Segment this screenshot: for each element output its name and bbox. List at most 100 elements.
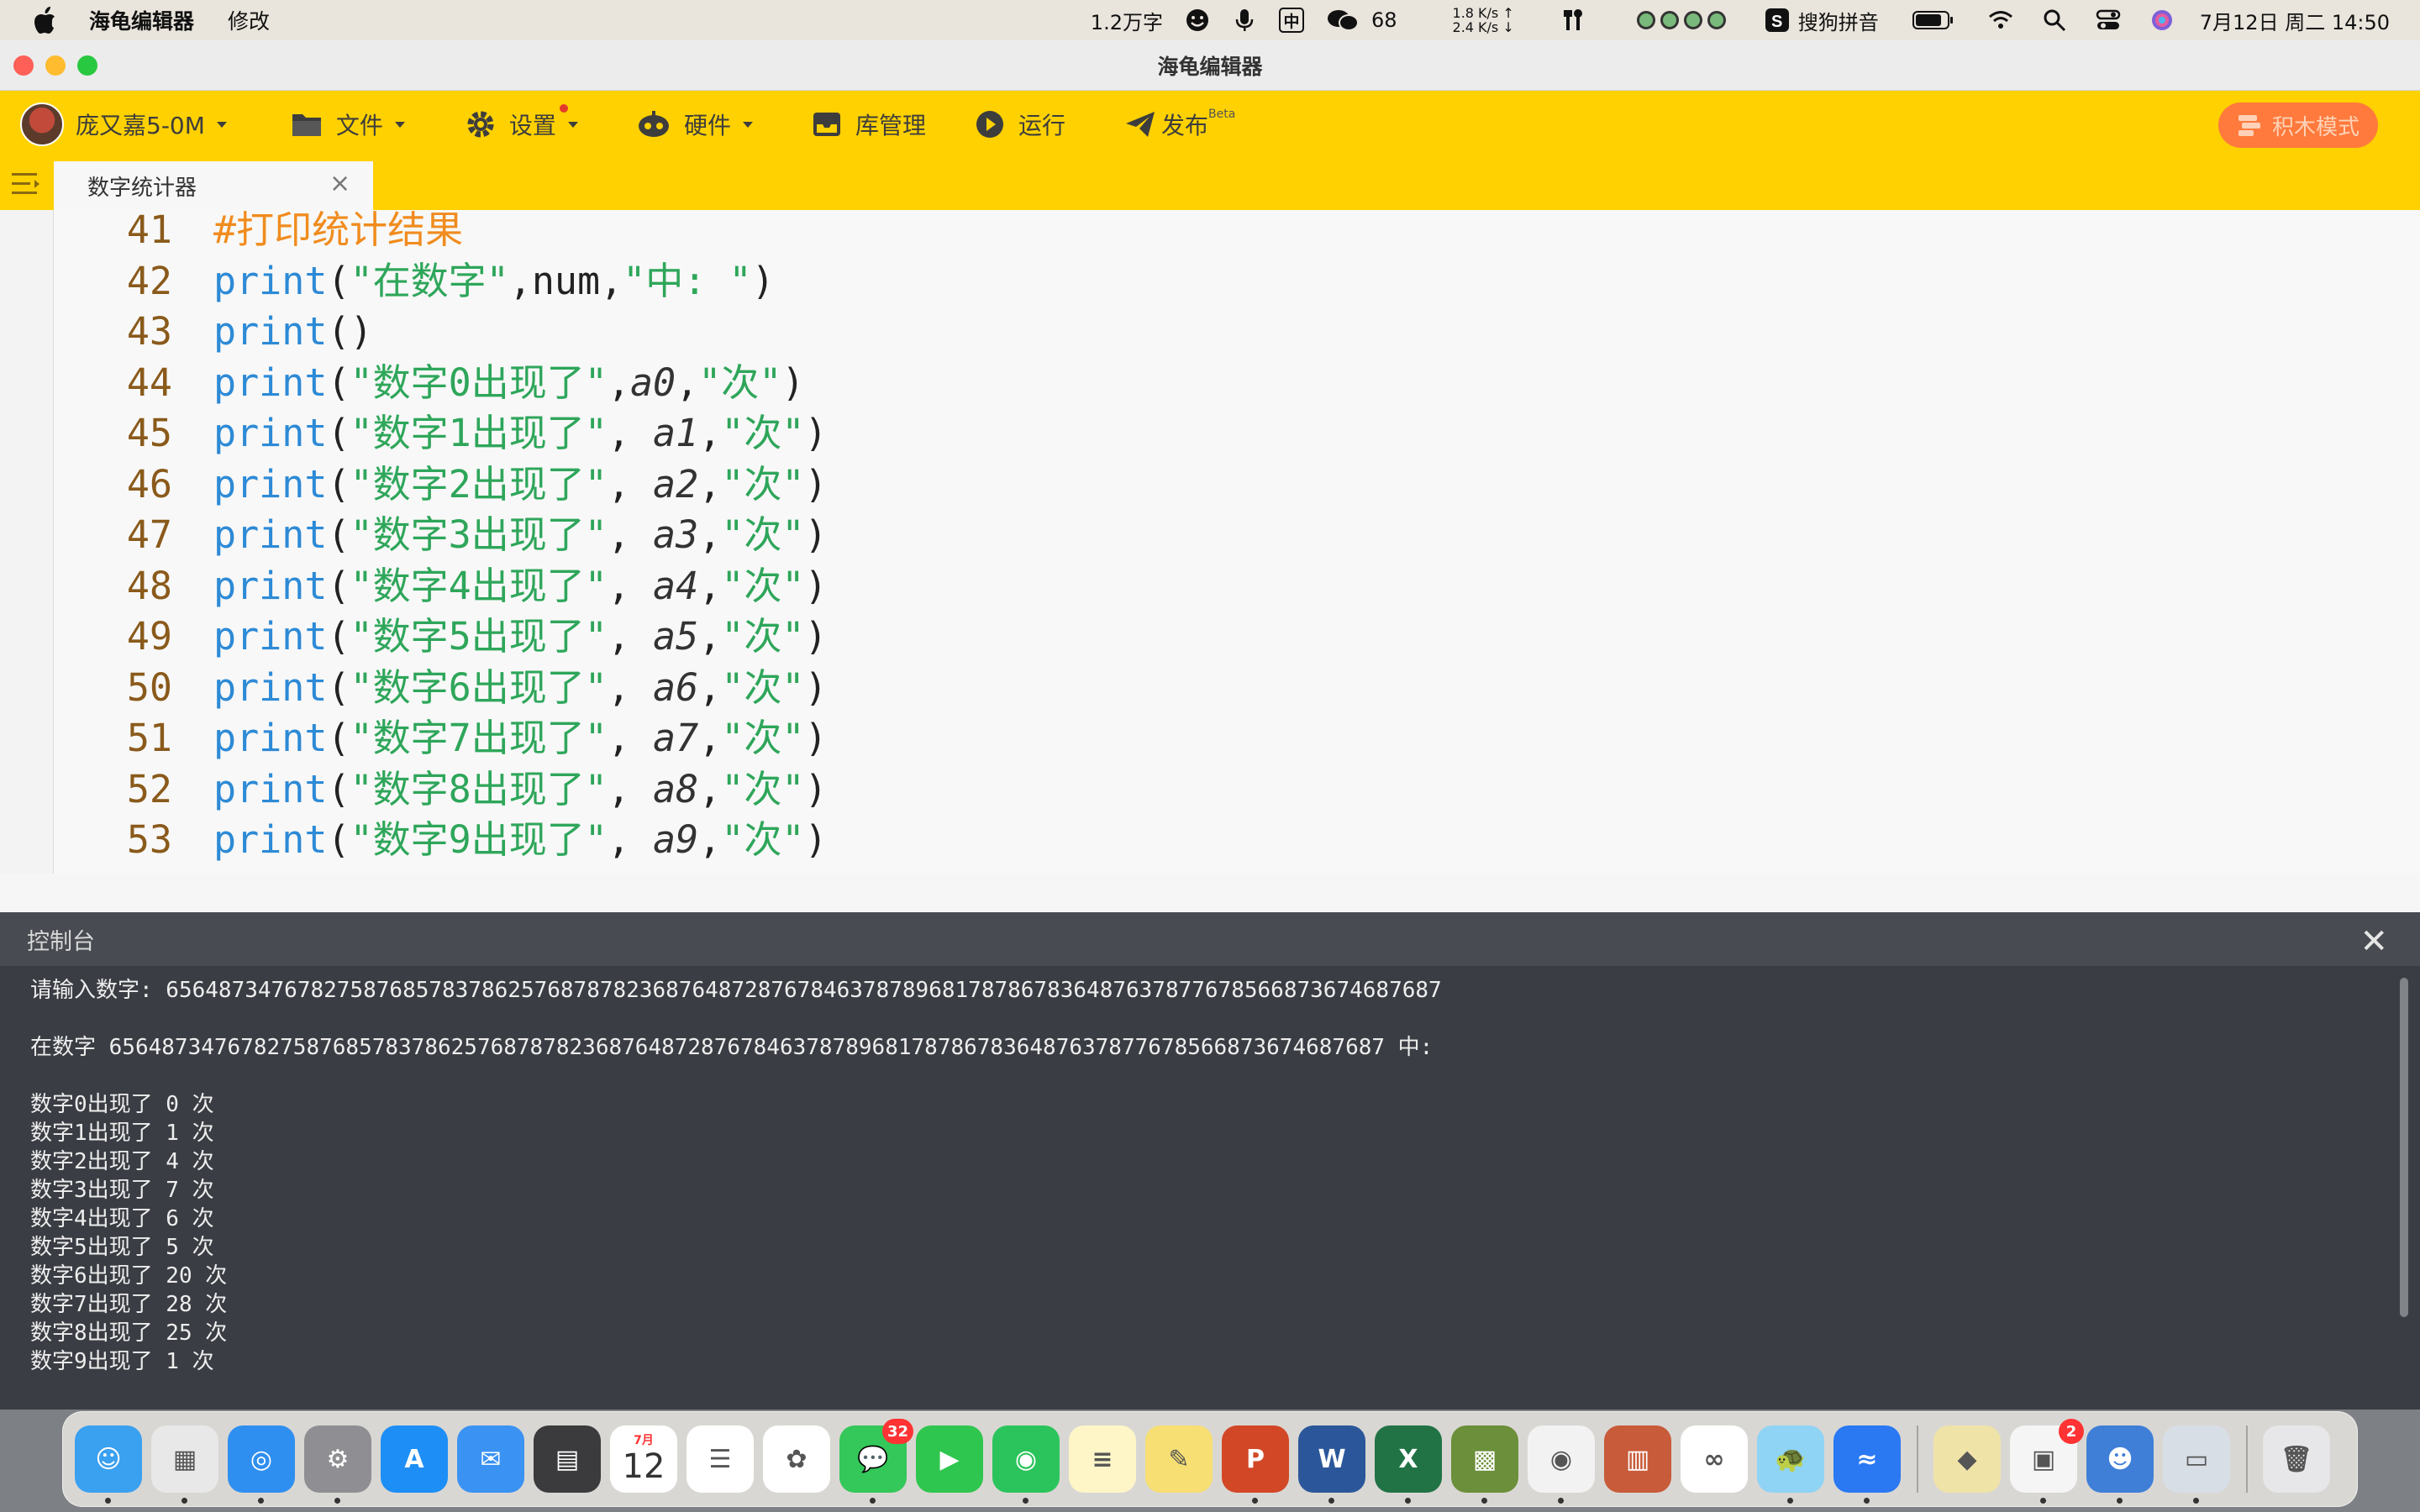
console-output[interactable]: 请输入数字: 656487347678275876857837862576878… (30, 976, 1442, 1376)
dock-excel-icon[interactable]: X (1375, 1425, 1442, 1504)
tab-close-icon[interactable]: × (329, 171, 350, 197)
dock-glyph: W (1318, 1444, 1346, 1474)
app-menu-name[interactable]: 海龟编辑器 (89, 5, 194, 35)
search-icon[interactable] (2042, 8, 2067, 33)
dock-microsoft-office-icon[interactable]: ▣ 2 (2010, 1419, 2084, 1504)
ime-badge[interactable]: 中 (1278, 8, 1304, 33)
code-line[interactable]: 41 #打印统计结果 (0, 210, 2420, 255)
sidebar-toggle-icon[interactable] (12, 171, 40, 197)
hardware-menu-label: 硬件 (683, 112, 731, 139)
code-token: a8 (653, 766, 699, 811)
code-token: "在数字" (350, 258, 509, 303)
running-indicator (1481, 1498, 1487, 1504)
code-line[interactable]: 44 print("数字0出现了",a0,"次") (0, 358, 2420, 408)
publish-button[interactable]: 发布 Beta (1124, 91, 1235, 158)
code-line[interactable]: 48 print("数字4出现了", a4,"次") (0, 561, 2420, 612)
dock-system-settings-icon[interactable]: ⚙ (304, 1425, 371, 1504)
console-line: 数字1出现了 1 次 (30, 1121, 214, 1146)
dock-game-avatar-icon[interactable]: ☻ (2086, 1425, 2154, 1504)
library-manager-button[interactable]: 库管理 (812, 91, 926, 158)
dock-books-stack-icon[interactable]: ▥ (1604, 1425, 1671, 1493)
blocks-icon (2238, 115, 2260, 136)
microphone-icon[interactable] (1232, 8, 1257, 33)
dock-calendar-icon[interactable]: 7月 12 (610, 1425, 677, 1493)
dock-facetime-icon[interactable]: ▶ (916, 1425, 983, 1493)
code-line[interactable]: 42 print("在数字",num,"中: ") (0, 256, 2420, 307)
console-close-icon[interactable]: ✕ (2360, 922, 2388, 961)
input-method[interactable]: S 搜狗拼音 (1765, 6, 1879, 35)
control-center-icon[interactable] (2096, 8, 2121, 33)
dock-reminders-icon[interactable]: ☰ (687, 1425, 754, 1493)
dock-baidu-netdisk-icon[interactable]: ∞ (1681, 1425, 1748, 1493)
hardware-menu[interactable]: 硬件 (637, 91, 753, 158)
console-scrollbar[interactable] (2400, 978, 2408, 1317)
code-line[interactable]: 51 print("数字7出现了", a7,"次") (0, 713, 2420, 764)
dock-preview-icon[interactable]: ▭ (2163, 1425, 2230, 1504)
code-line[interactable]: 45 print("数字1出现了", a1,"次") (0, 408, 2420, 459)
window-minimize-button[interactable] (45, 55, 66, 76)
code-line[interactable]: 47 print("数字3出现了", a3,"次") (0, 510, 2420, 560)
dock-calculator-icon[interactable]: ▤ (534, 1425, 601, 1493)
code-line[interactable]: 50 print("数字6出现了", a6,"次") (0, 663, 2420, 713)
code-token: "数字0出现了" (350, 360, 608, 405)
code-token: ( (327, 614, 350, 659)
block-mode-button[interactable]: 积木模式 (2218, 102, 2378, 148)
gear-icon (467, 111, 494, 138)
code-line[interactable]: 49 print("数字5出现了", a5,"次") (0, 612, 2420, 662)
wechat-status[interactable]: 68 (1326, 8, 1397, 33)
console-line: 数字7出现了 28 次 (30, 1292, 228, 1317)
code-line[interactable]: 52 print("数字8出现了", a8,"次") (0, 764, 2420, 815)
dock-finder-icon[interactable]: ☺ (75, 1425, 142, 1504)
dock-powerpoint-icon[interactable]: P (1222, 1425, 1289, 1504)
tab-digit-counter[interactable]: 数字统计器 (54, 161, 373, 210)
line-number: 46 (126, 461, 172, 507)
dock-turtle-editor-icon[interactable]: 🐢 (1757, 1425, 1824, 1504)
code-token: ( (327, 461, 350, 507)
dock-glyph: ≈ (1856, 1444, 1878, 1474)
dock-glyph: 🗑 (2280, 1444, 2313, 1474)
wifi-icon[interactable] (1988, 8, 2013, 33)
line-number: 49 (126, 614, 172, 659)
dock-wechat-icon[interactable]: ◉ (992, 1425, 1060, 1504)
dock-trash-icon[interactable]: 🗑 (2263, 1425, 2330, 1493)
user-menu[interactable]: 庞又嘉5-0M (20, 91, 227, 158)
window-close-button[interactable] (13, 55, 34, 76)
dock-launchpad-icon[interactable]: ▦ (151, 1425, 218, 1504)
window-maximize-button[interactable] (77, 55, 97, 76)
dock-photos-icon[interactable]: ✿ (763, 1425, 830, 1493)
dock-chrome-icon[interactable]: ◉ (1528, 1425, 1595, 1504)
code-line[interactable]: 46 print("数字2出现了", a2,"次") (0, 459, 2420, 510)
dock-app-store-icon[interactable]: A (381, 1425, 448, 1493)
line-number: 47 (126, 512, 172, 557)
code-text: print("数字3出现了", a3,"次") (213, 510, 828, 560)
code-token: "次" (721, 411, 805, 455)
dock-notes-icon[interactable]: ≡ (1069, 1425, 1136, 1493)
code-line[interactable]: 43 print() (0, 307, 2420, 357)
line-number: 48 (126, 563, 172, 608)
battery-icon[interactable] (1912, 10, 1954, 30)
code-line[interactable]: 53 print("数字9出现了", a9,"次") (0, 815, 2420, 865)
clock[interactable]: 7月12日 周二 14:50 (2200, 6, 2390, 35)
settings-menu[interactable]: 设置 (466, 91, 578, 158)
smiley-icon[interactable] (1185, 8, 1210, 33)
dock-messages-icon[interactable]: 💬 32 (839, 1419, 913, 1504)
dock-safari-icon[interactable]: ◎ (228, 1425, 295, 1504)
dock-color-picker-icon[interactable]: ◆ (1933, 1425, 2001, 1493)
apple-icon[interactable] (34, 6, 59, 34)
word-count[interactable]: 1.2万字 (1091, 6, 1163, 35)
siri-icon[interactable] (2149, 8, 2175, 33)
dock-mail-icon[interactable]: ✉ (457, 1425, 524, 1493)
dock-glyph: ▦ (172, 1444, 197, 1474)
tools-icon[interactable] (1561, 8, 1586, 33)
dock-minecraft-icon[interactable]: ▩ (1451, 1425, 1518, 1504)
dock-word-icon[interactable]: W (1298, 1425, 1365, 1504)
chevron-down-icon (567, 121, 578, 128)
status-dots[interactable] (1636, 11, 1731, 29)
file-menu[interactable]: 文件 (291, 91, 405, 158)
menu-edit[interactable]: 修改 (228, 5, 270, 35)
dock-stickies-icon[interactable]: ✎ (1145, 1425, 1213, 1493)
dock-lark-icon[interactable]: ≈ (1833, 1425, 1901, 1504)
code-editor[interactable]: 41 #打印统计结果 42 print("在数字",num,"中: ") 43 print… (0, 210, 2420, 874)
line-number: 45 (126, 411, 172, 455)
run-menu-button[interactable]: 运行 (975, 91, 1065, 158)
